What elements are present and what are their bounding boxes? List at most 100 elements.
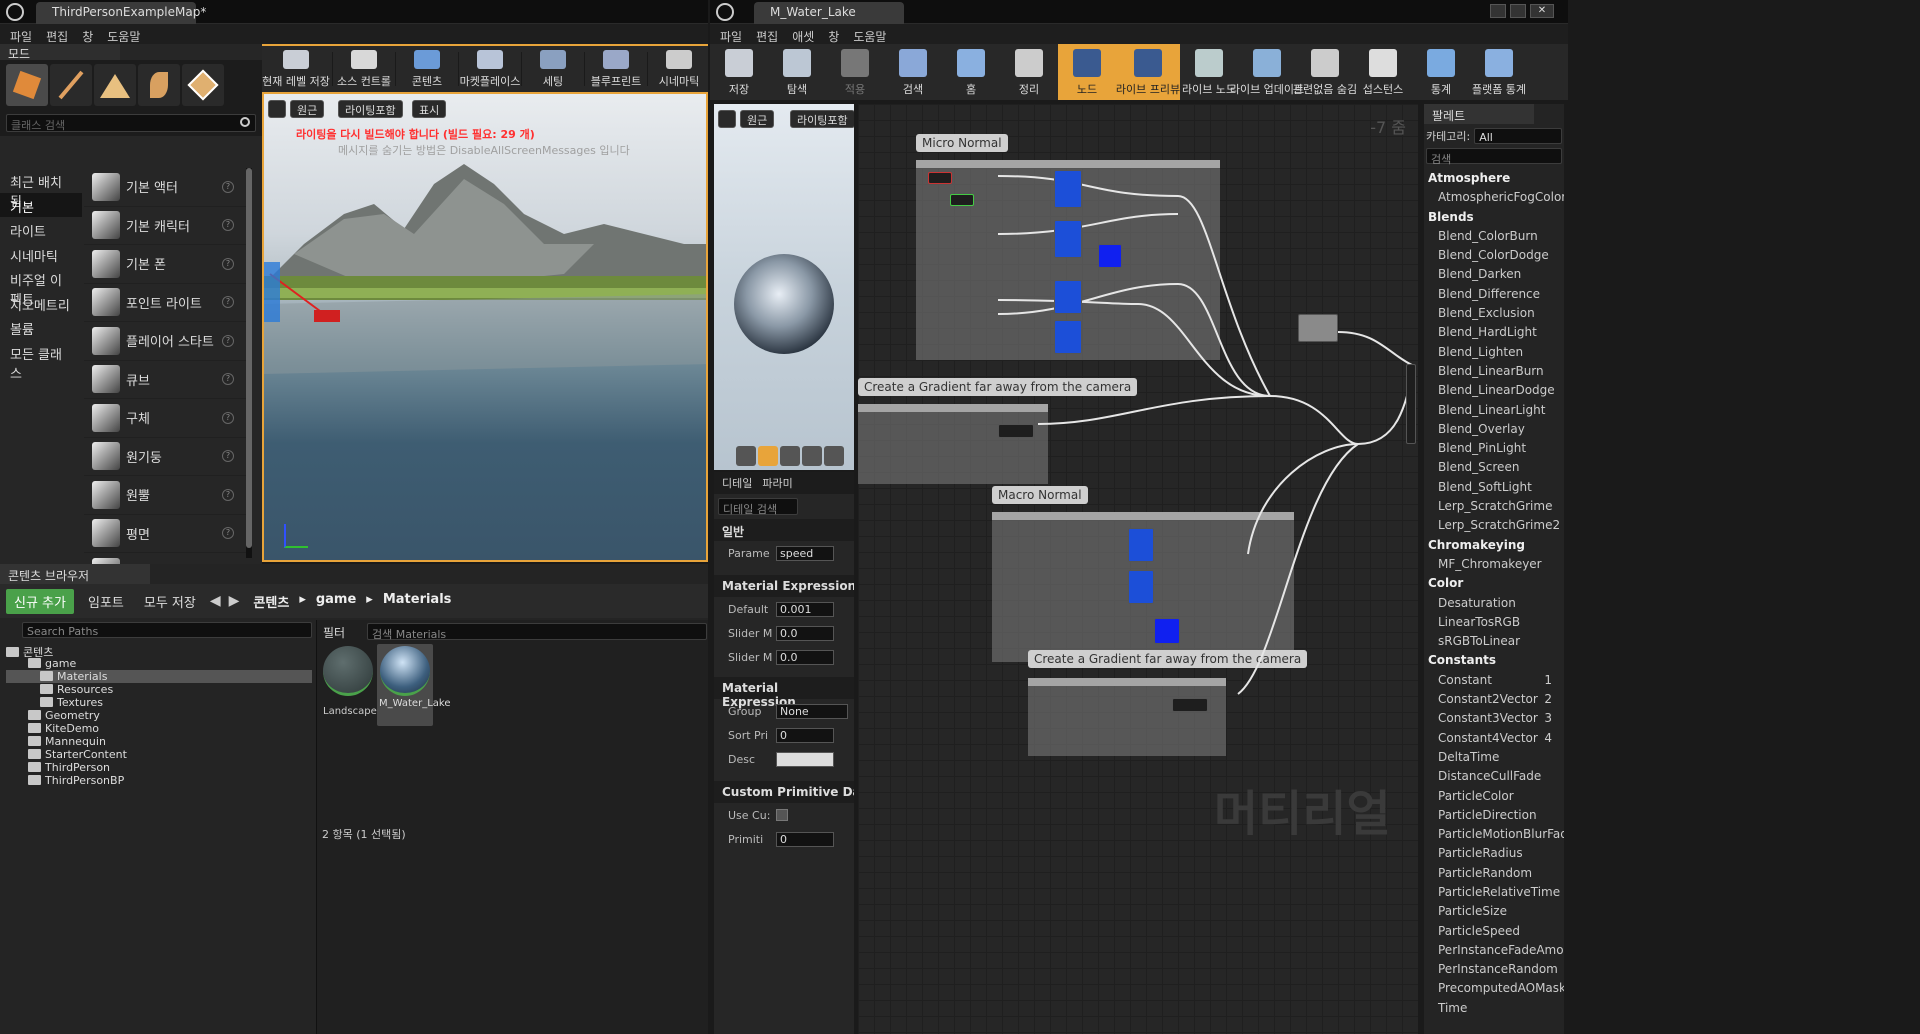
palette-item[interactable]: ParticleMotionBlurFade — [1424, 824, 1564, 843]
place-mode-icon[interactable] — [6, 64, 48, 106]
palette-item[interactable]: sRGBToLinear — [1424, 631, 1564, 650]
tab-material[interactable]: M_Water_Lake — [754, 2, 904, 24]
slider-max-input[interactable]: 0.0 — [776, 649, 834, 665]
place-item[interactable]: 평면? — [84, 515, 246, 553]
filter-button[interactable]: 필터 — [323, 624, 345, 641]
palette-item[interactable]: Time — [1424, 998, 1564, 1017]
breadcrumb-item[interactable]: Materials — [383, 592, 452, 611]
palette-search-input[interactable]: 검색 — [1426, 148, 1562, 166]
palette-category[interactable]: Chromakeying — [1424, 535, 1564, 554]
palette-item[interactable]: Desaturation — [1424, 593, 1564, 612]
tab-params[interactable]: 파라미 — [762, 475, 792, 491]
primitive-input[interactable]: 0 — [776, 831, 834, 847]
palette-item[interactable]: Lerp_ScratchGrime2 — [1424, 515, 1564, 534]
toolbar-button[interactable]: 검색 — [884, 44, 942, 100]
section-custom-primitive[interactable]: Custom Primitive Data — [714, 781, 854, 803]
search-materials-input[interactable]: 검색 Materials — [367, 623, 707, 641]
palette-item[interactable]: LinearTosRGB — [1424, 612, 1564, 631]
tab-details[interactable]: 디테일 — [722, 475, 752, 491]
place-item[interactable]: 원뿔? — [84, 476, 246, 515]
class-search-input[interactable]: 클래스 검색 — [6, 114, 256, 132]
folder-item[interactable]: StarterContent — [6, 748, 312, 761]
category-item[interactable]: 라이트 — [0, 217, 82, 242]
geometry-mode-icon[interactable] — [182, 64, 224, 106]
folder-item[interactable]: ThirdPerson — [6, 761, 312, 774]
palette-item[interactable]: Blend_Lighten — [1424, 342, 1564, 361]
palette-item[interactable]: Blend_Darken — [1424, 264, 1564, 283]
graph-node[interactable] — [998, 424, 1034, 438]
toolbar-button[interactable]: 통계 — [1412, 44, 1470, 100]
graph-node[interactable] — [950, 194, 974, 206]
palette-item[interactable]: ParticleRelativeTime — [1424, 882, 1564, 901]
folder-item[interactable]: 콘텐츠 — [6, 644, 312, 659]
foliage-mode-icon[interactable] — [138, 64, 180, 106]
palette-item[interactable]: Constant4Vector 4 — [1424, 728, 1564, 747]
palette-item[interactable]: Constant2Vector 2 — [1424, 689, 1564, 708]
menu-item[interactable]: 파일 — [720, 28, 742, 44]
toolbar-button[interactable]: 마켓플레이스 — [460, 46, 520, 92]
toolbar-button[interactable]: 저장 — [710, 44, 768, 100]
place-scrollbar[interactable] — [246, 168, 252, 558]
place-item[interactable]: 기본 캐릭터? — [84, 207, 246, 245]
help-icon[interactable]: ? — [222, 257, 234, 270]
asset-landscape[interactable]: Landscape — [323, 646, 377, 724]
help-icon[interactable]: ? — [222, 411, 234, 424]
graph-node[interactable] — [1128, 528, 1154, 562]
palette-item[interactable]: Blend_Screen — [1424, 457, 1564, 476]
palette-item[interactable]: DistanceCullFade — [1424, 766, 1564, 785]
breadcrumb-item[interactable]: 콘텐츠 — [253, 592, 289, 611]
help-icon[interactable]: ? — [222, 219, 234, 232]
menu-item[interactable]: 도움말 — [107, 28, 140, 44]
toolbar-button[interactable]: 시네마틱 — [650, 46, 708, 92]
palette-item[interactable]: ParticleDirection — [1424, 805, 1564, 824]
help-icon[interactable]: ? — [222, 296, 234, 309]
toolbar-button[interactable]: 관련없음 숨김 — [1293, 44, 1357, 100]
palette-item[interactable]: Lerp_ScratchGrime — [1424, 496, 1564, 515]
category-item[interactable]: 최근 배치됨 — [0, 168, 82, 210]
palette-category[interactable]: Color — [1424, 573, 1564, 592]
place-item[interactable]: 기본 폰? — [84, 245, 246, 284]
teapot-shape-icon[interactable] — [824, 446, 844, 466]
category-select[interactable]: All — [1474, 128, 1562, 144]
category-item[interactable]: 볼륨 — [0, 315, 82, 340]
palette-item[interactable]: Blend_LinearDodge — [1424, 380, 1564, 399]
palette-item[interactable]: Blend_PinLight — [1424, 438, 1564, 457]
toolbar-button[interactable]: 플랫폼 통계 — [1470, 44, 1528, 100]
folder-item[interactable]: Resources — [6, 683, 312, 696]
toolbar-button[interactable]: 적용 — [826, 44, 884, 100]
category-item[interactable]: 비주얼 이펙트 — [0, 266, 82, 308]
palette-item[interactable]: Blend_Difference — [1424, 284, 1564, 303]
material-graph[interactable]: -7 줌 Micro Normal Create a Gradient far … — [858, 104, 1418, 1034]
toolbar-button[interactable]: 세팅 — [524, 46, 582, 92]
palette-item[interactable]: Blend_ColorBurn — [1424, 226, 1564, 245]
category-item[interactable]: 기본 — [0, 192, 82, 217]
help-icon[interactable]: ? — [222, 527, 234, 540]
folder-item[interactable]: ThirdPersonBP — [6, 774, 312, 787]
palette-item[interactable]: ParticleSize — [1424, 901, 1564, 920]
toolbar-button[interactable]: 섭스턴스 — [1354, 44, 1412, 100]
folder-item[interactable]: Textures — [6, 696, 312, 709]
place-item[interactable]: 포인트 라이트? — [84, 284, 246, 322]
palette-item[interactable]: ParticleSpeed — [1424, 921, 1564, 940]
menu-item[interactable]: 도움말 — [853, 28, 886, 44]
section-general[interactable]: 일반 — [714, 519, 854, 541]
place-item[interactable]: 기본 액터? — [84, 168, 246, 207]
asset-m-water-lake[interactable]: M_Water_Lake — [377, 644, 450, 726]
palette-item[interactable]: PrecomputedAOMask — [1424, 978, 1564, 997]
palette-item[interactable]: Blend_HardLight — [1424, 322, 1564, 341]
graph-node[interactable] — [928, 172, 952, 184]
palette-item[interactable]: AtmosphericFogColor — [1424, 187, 1564, 206]
section-expression[interactable]: Material Expression — [714, 677, 854, 709]
folder-item[interactable]: Mannequin — [6, 735, 312, 748]
palette-category[interactable]: Constants — [1424, 650, 1564, 669]
palette-item[interactable]: Blend_LinearLight — [1424, 400, 1564, 419]
close-button[interactable]: ✕ — [1530, 4, 1554, 18]
menu-item[interactable]: 창 — [828, 28, 839, 44]
section-scalar[interactable]: Material Expression Scalar — [714, 575, 854, 597]
toolbar-button[interactable]: 홈 — [942, 44, 1000, 100]
breadcrumb-item[interactable]: game — [316, 592, 356, 611]
menu-item[interactable]: 애셋 — [792, 28, 814, 44]
toolbar-button[interactable]: 노드 — [1058, 44, 1116, 100]
preview-perspective-button[interactable]: 원근 — [740, 110, 775, 128]
group-select[interactable]: None — [776, 703, 848, 719]
